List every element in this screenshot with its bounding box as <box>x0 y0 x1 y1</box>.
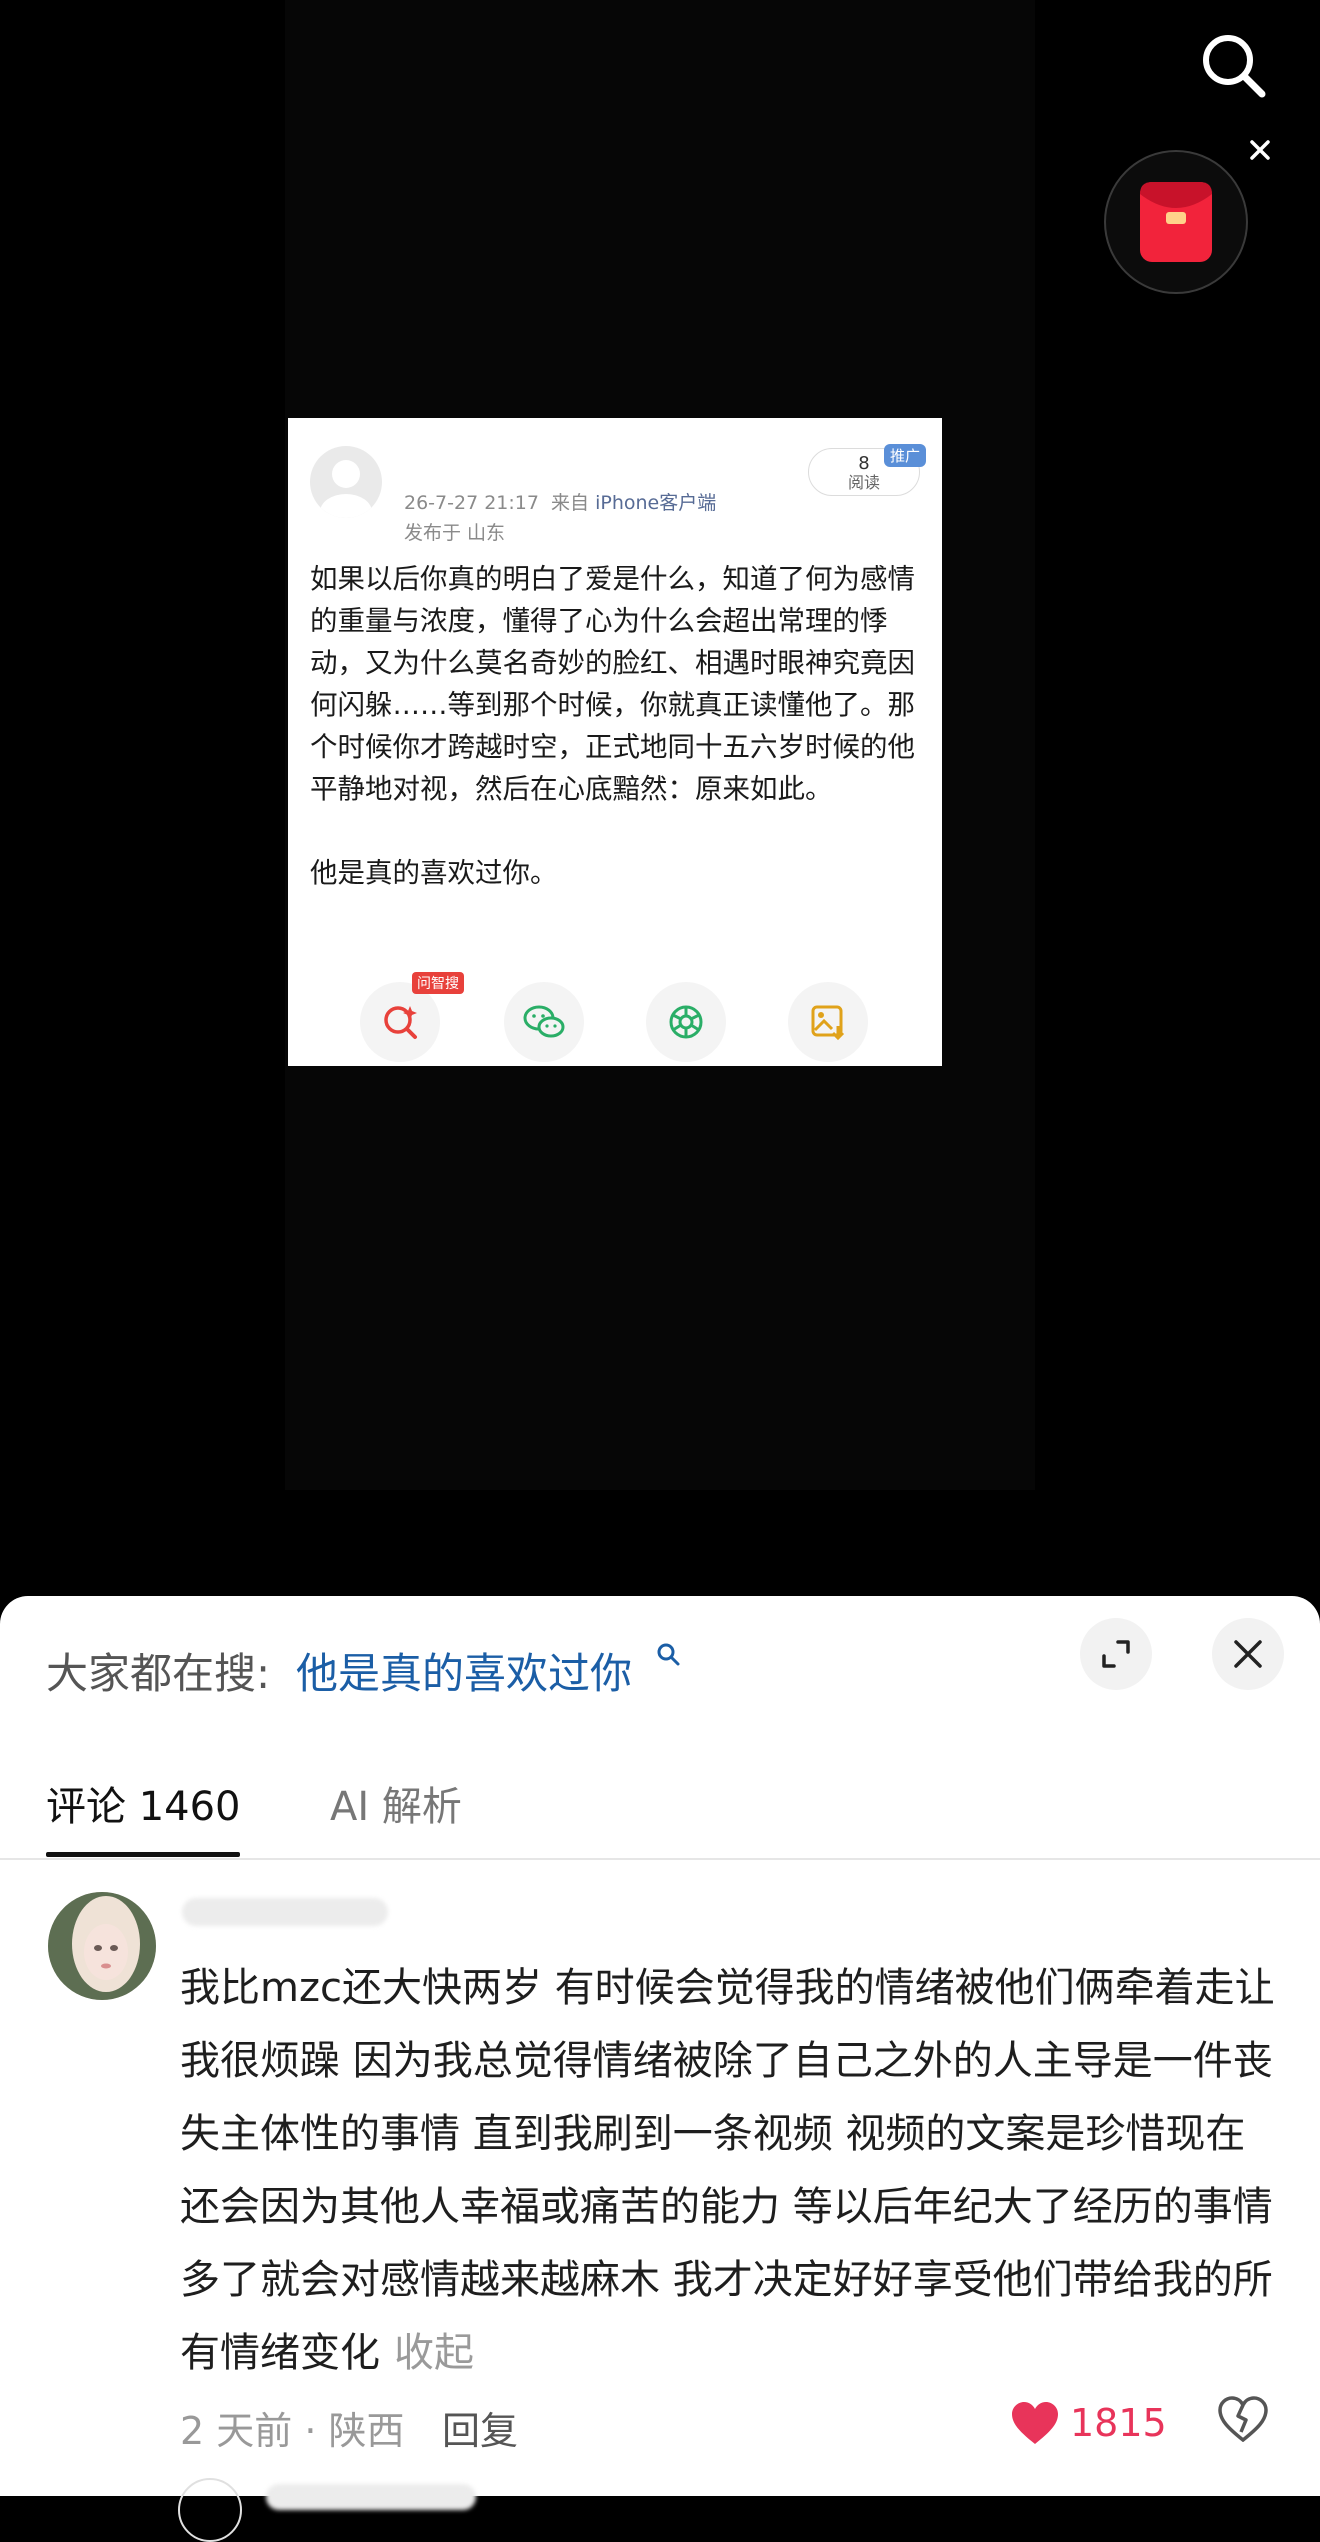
heart-filled-icon <box>1012 2402 1058 2444</box>
read-label: 阅读 <box>847 473 880 492</box>
video-area[interactable]: 26-7-27 21:17 来自 iPhone客户端 发布于 山东 8 阅读 推… <box>0 0 1320 1620</box>
comments-sheet: 大家都在搜: 他是真的喜欢过你 评论 1460 AI 解析 我比mzc还大快两岁… <box>0 1596 1320 2542</box>
wechat-icon <box>523 1005 565 1038</box>
comment-text: 我比mzc还大快两岁 有时候会觉得我的情绪被他们俩牵着走让我很烦躁 因为我总觉得… <box>180 1952 1280 2390</box>
red-packet-button[interactable] <box>1104 150 1248 294</box>
wechat-action <box>504 982 584 1062</box>
tabs-divider <box>0 1858 1320 1860</box>
reply-button[interactable]: 回复 <box>442 2400 518 2455</box>
post-time: 26-7-27 21:17 <box>404 492 539 514</box>
reply-avatar-partial <box>178 2478 242 2542</box>
hot-search-label: 大家都在搜: <box>46 1649 271 1698</box>
post-body: 如果以后你真的明白了爱是什么，知道了何为感情的重量与浓度，懂得了心为什么会超出常… <box>310 563 915 889</box>
post-meta: 26-7-27 21:17 来自 iPhone客户端 <box>404 488 716 515</box>
default-avatar-icon <box>320 460 372 518</box>
collapse-link[interactable]: 收起 <box>394 2330 474 2376</box>
commenter-avatar[interactable] <box>48 1892 156 2000</box>
commenter-name-blurred[interactable] <box>182 1898 388 1926</box>
dislike-button[interactable] <box>1218 2396 1268 2446</box>
close-icon <box>1234 1640 1262 1668</box>
close-sheet-button[interactable] <box>1212 1618 1284 1690</box>
promo-badge: 推广 <box>884 444 927 467</box>
zhisou-badge: 问智搜 <box>412 972 464 994</box>
post-location: 发布于 山东 <box>404 522 506 544</box>
expand-icon <box>1102 1640 1130 1668</box>
moments-icon <box>669 1005 703 1039</box>
active-tab-indicator <box>46 1852 240 1857</box>
ai-search-action <box>360 982 440 1062</box>
reply-name-blurred <box>266 2484 476 2510</box>
post-source-link: iPhone客户端 <box>595 492 717 514</box>
search-icon <box>1203 35 1266 98</box>
like-count: 1815 <box>1070 2401 1167 2445</box>
tab-ai-analysis[interactable]: AI 解析 <box>330 1774 462 1832</box>
search-button[interactable] <box>1196 28 1272 104</box>
comment-meta: 2 天前 · 陕西 <box>180 2409 405 2453</box>
hot-search-link[interactable]: 他是真的喜欢过你 <box>296 1640 632 1701</box>
save-image-action <box>788 982 868 1062</box>
magnifier-icon[interactable] <box>656 1642 682 1668</box>
post-from-prefix: 来自 <box>551 492 590 514</box>
save-image-icon <box>811 1005 845 1041</box>
moments-action <box>646 982 726 1062</box>
post-actions: 问智搜 <box>288 972 942 1062</box>
like-button[interactable]: 1815 <box>1010 2400 1167 2446</box>
expand-button[interactable] <box>1080 1618 1152 1690</box>
tab-comments[interactable]: 评论 1460 <box>46 1774 241 1832</box>
avatar-image <box>48 1892 156 2000</box>
comment-body: 我比mzc还大快两岁 有时候会觉得我的情绪被他们俩牵着走让我很烦躁 因为我总觉得… <box>180 1965 1275 2376</box>
post-avatar <box>310 446 382 518</box>
broken-heart-icon <box>1218 2396 1268 2443</box>
red-packet-icon <box>1140 182 1212 262</box>
close-icon <box>1250 140 1270 160</box>
post-screenshot-card: 26-7-27 21:17 来自 iPhone客户端 发布于 山东 8 阅读 推… <box>288 418 942 1066</box>
red-packet-close-button[interactable] <box>1240 130 1280 170</box>
ai-search-icon <box>384 1006 417 1039</box>
